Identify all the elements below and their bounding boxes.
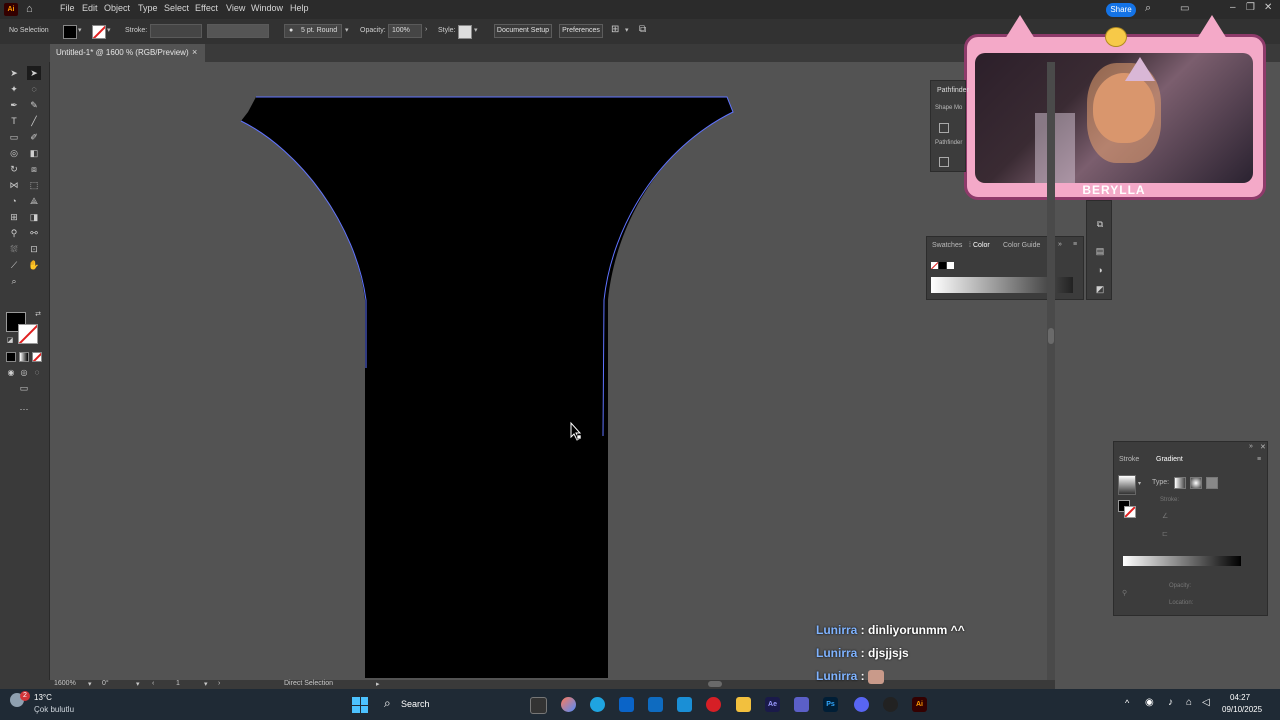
chat-text: dinliyorunmm ^^	[868, 623, 965, 637]
pathfinder-panel: Pathfinder Shape Mo Pathfinder	[930, 80, 969, 172]
properties-icon[interactable]: ▤	[1093, 244, 1107, 258]
network-icon[interactable]: ⌂	[1186, 697, 1192, 708]
weather-desc[interactable]: Çok bulutlu	[34, 705, 74, 714]
tab-gradient[interactable]: Gradient	[1156, 456, 1183, 463]
gradient-preview-dropdown-icon[interactable]: ▾	[1138, 480, 1141, 487]
after-effects-icon[interactable]: Ae	[765, 697, 780, 712]
webcam-overlay: BERYLLA	[964, 15, 1266, 200]
bell-icon	[1105, 27, 1127, 47]
opera-icon[interactable]	[706, 697, 721, 712]
edge-icon[interactable]	[590, 697, 605, 712]
discord-icon[interactable]	[854, 697, 869, 712]
pathfinder-title: Pathfinder	[937, 87, 969, 94]
chat-message: Lunirra :	[816, 669, 885, 684]
tab-swatches[interactable]: Swatches	[932, 242, 962, 249]
file-explorer-icon[interactable]	[736, 697, 751, 712]
divide-icon[interactable]	[939, 157, 949, 167]
tray-chevron-icon[interactable]: ^	[1125, 698, 1129, 708]
tab-stroke[interactable]: Stroke	[1119, 456, 1139, 463]
status-arrow-icon[interactable]: ▸	[376, 680, 380, 688]
vertical-scroll-thumb[interactable]	[1048, 328, 1054, 344]
gradient-type-label: Type:	[1152, 479, 1170, 486]
next-artboard-icon[interactable]: ›	[218, 680, 220, 687]
pathfinders-label: Pathfinder	[935, 140, 963, 146]
horizontal-scroll-thumb[interactable]	[708, 681, 722, 687]
clock-date[interactable]: 09/10/2025	[1222, 705, 1262, 714]
tray-app-icon[interactable]: ◉	[1145, 697, 1154, 708]
color-panel: Swatches ⁞ Color Color Guide » ≡	[926, 236, 1084, 300]
chat-username: Lunirra	[816, 623, 858, 637]
webcam-name-label: BERYLLA	[1082, 183, 1146, 197]
aspect-ratio-icon: ⊏	[1162, 531, 1168, 538]
windows-taskbar: 2 13°C Çok bulutlu ⌕ Search Ae Ps Ai ^ ◉…	[0, 689, 1280, 720]
chat-emote-icon	[868, 669, 885, 684]
gradient-stroke-label: Stroke:	[1160, 497, 1180, 503]
chat-message: Lunirra : dinliyorunmm ^^	[816, 623, 965, 637]
taskbar-search-label[interactable]: Search	[401, 699, 430, 709]
teams-icon[interactable]	[794, 697, 809, 712]
store-icon[interactable]	[619, 697, 634, 712]
panel-menu-icon[interactable]: ≡	[1073, 241, 1077, 248]
chat-username: Lunirra	[816, 646, 858, 660]
status-bar: 1600% ▾ 0° ▾ ‹ 1 ▾ › Direct Selection ▸	[0, 680, 1055, 689]
taskbar-search-icon[interactable]: ⌕	[384, 696, 391, 711]
chat-username: Lunirra	[816, 669, 858, 683]
expand-icon[interactable]: »	[1058, 241, 1062, 248]
none-swatch[interactable]	[931, 262, 938, 269]
gradient-opacity-label: Opacity:	[1169, 583, 1192, 589]
clock-time[interactable]: 04:27	[1230, 693, 1250, 702]
gradient-panel: » ✕ Stroke Gradient ≡ ▾ Type: Stroke: ∠ …	[1113, 441, 1268, 616]
shape-modes-label: Shape Mo	[935, 105, 963, 111]
graphic-styles-icon[interactable]: ◩	[1093, 282, 1107, 296]
tab-color-separator: ⁞	[969, 242, 971, 249]
github-icon[interactable]	[883, 697, 898, 712]
radial-gradient-icon[interactable]	[1190, 477, 1202, 489]
artboard-number[interactable]: 1	[176, 680, 180, 687]
display-icon[interactable]	[677, 697, 692, 712]
start-button-icon[interactable]	[352, 697, 368, 713]
tab-color[interactable]: Color	[973, 242, 990, 249]
gradient-eyedropper-icon[interactable]: ⚲	[1122, 589, 1127, 597]
illustrator-taskbar-icon[interactable]: Ai	[912, 697, 927, 712]
gradient-slider[interactable]	[1123, 556, 1241, 566]
zoom-level[interactable]: 1600%	[54, 680, 76, 687]
white-swatch[interactable]	[947, 262, 954, 269]
appearance-icon[interactable]: ◑	[1093, 263, 1107, 277]
zoom-dropdown-icon[interactable]: ▾	[88, 680, 92, 688]
current-tool-status: Direct Selection	[284, 680, 334, 687]
weather-temp[interactable]: 13°C	[34, 693, 52, 702]
angle-icon: ∠	[1162, 513, 1169, 520]
copilot-icon[interactable]	[561, 697, 576, 712]
rotation-value[interactable]: 0°	[102, 680, 109, 687]
collapse-icon[interactable]: »	[1249, 443, 1253, 450]
task-view-icon[interactable]	[530, 697, 547, 714]
gradient-preview-swatch[interactable]	[1118, 475, 1136, 495]
black-swatch[interactable]	[939, 262, 946, 269]
photoshop-icon[interactable]: Ps	[823, 697, 838, 712]
vertical-scrollbar[interactable]	[1047, 62, 1055, 680]
chat-message: Lunirra : djsjjsjs	[816, 646, 909, 660]
microphone-icon[interactable]: ♪	[1168, 697, 1173, 708]
freeform-gradient-icon[interactable]	[1206, 477, 1218, 489]
notification-badge: 2	[20, 691, 30, 701]
artboard-dropdown-icon[interactable]: ▾	[204, 680, 208, 688]
volume-icon[interactable]: ◁	[1202, 697, 1210, 708]
webcam-video	[975, 53, 1253, 183]
rotation-dropdown-icon[interactable]: ▾	[136, 680, 140, 688]
gradient-stroke-box[interactable]	[1124, 506, 1136, 518]
close-panel-icon[interactable]: ✕	[1260, 443, 1266, 451]
chat-text: djsjjsjs	[868, 646, 909, 660]
linear-gradient-icon[interactable]	[1174, 477, 1186, 489]
outlook-icon[interactable]	[648, 697, 663, 712]
panel-icon-strip: ⧉ ▤ ◑ ◩	[1086, 200, 1112, 300]
unite-icon[interactable]	[939, 123, 949, 133]
prev-artboard-icon[interactable]: ‹	[152, 680, 154, 687]
libraries-icon[interactable]: ⧉	[1093, 217, 1107, 231]
tab-color-guide[interactable]: Color Guide	[1003, 242, 1040, 249]
gradient-location-label: Location:	[1169, 600, 1194, 606]
gradient-menu-icon[interactable]: ≡	[1257, 456, 1261, 463]
